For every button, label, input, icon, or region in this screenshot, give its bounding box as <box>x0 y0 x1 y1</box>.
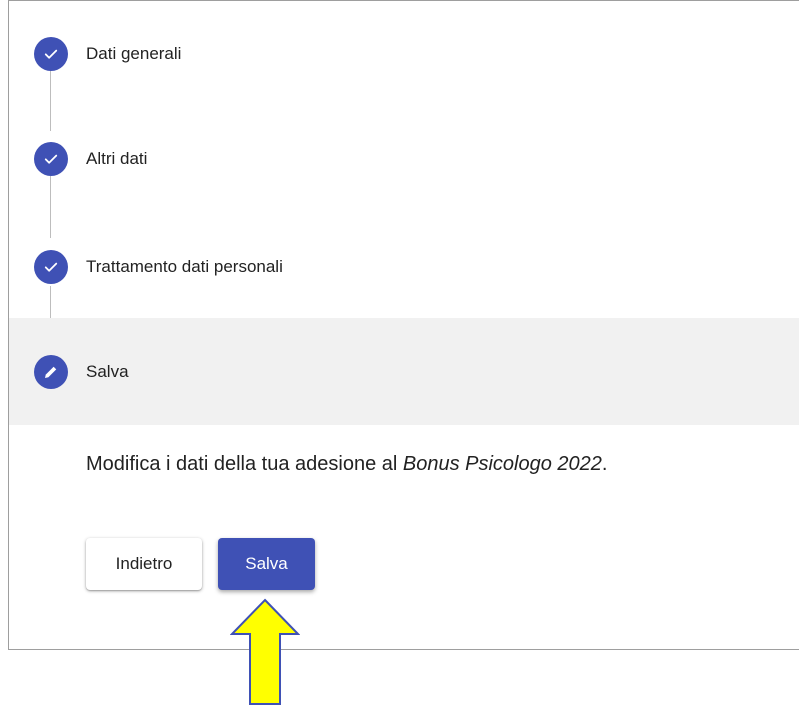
check-icon <box>34 142 68 176</box>
step-trattamento-dati[interactable]: Trattamento dati personali <box>9 244 799 290</box>
step-label: Salva <box>86 361 129 381</box>
bonus-name: Bonus Psicologo 2022 <box>402 453 602 475</box>
save-button[interactable]: Salva <box>218 538 315 590</box>
step-altri-dati[interactable]: Altri dati <box>9 136 799 182</box>
pencil-icon <box>34 354 68 389</box>
step-label: Trattamento dati personali <box>86 257 283 276</box>
check-icon <box>34 37 68 71</box>
step-connector <box>50 176 51 238</box>
step-description: Modifica i dati della tua adesione al Bo… <box>86 453 608 475</box>
check-icon <box>34 250 68 284</box>
step-salva[interactable]: Salva <box>9 318 799 425</box>
annotation-arrow-icon <box>230 598 300 705</box>
step-label: Dati generali <box>86 44 182 63</box>
stepper-panel: Dati generali Altri dati Trattamento dat… <box>8 0 799 650</box>
back-button[interactable]: Indietro <box>86 538 202 590</box>
step-dati-generali[interactable]: Dati generali <box>9 31 799 77</box>
step-connector <box>50 69 51 131</box>
step-label: Altri dati <box>86 149 148 168</box>
